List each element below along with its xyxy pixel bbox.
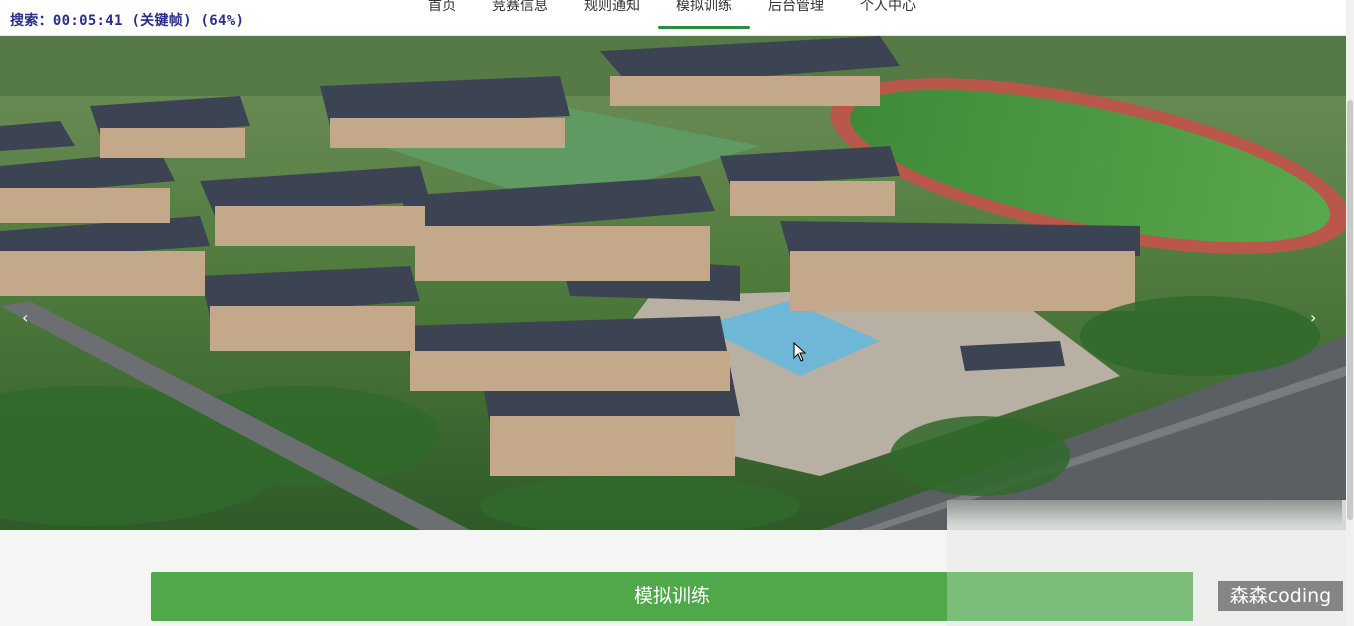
nav-item-label: 规则通知 bbox=[584, 0, 640, 14]
main-nav: 首页 竞赛信息 规则通知 模拟训练 后台管理 个人中心 bbox=[410, 0, 934, 32]
mouse-pointer-icon bbox=[793, 342, 807, 362]
carousel-next-button[interactable]: › bbox=[1310, 308, 1316, 327]
nav-item-label: 个人中心 bbox=[860, 0, 916, 14]
overlay-shadow bbox=[947, 500, 1342, 526]
page-scrollbar[interactable] bbox=[1346, 0, 1354, 626]
top-navigation-bar: 搜索：00:05:41 (关键帧) (64%) 首页 竞赛信息 规则通知 模拟训… bbox=[0, 0, 1354, 36]
carousel-prev-button[interactable]: ‹ bbox=[22, 308, 28, 327]
nav-item-home[interactable]: 首页 bbox=[410, 0, 474, 32]
nav-item-admin[interactable]: 后台管理 bbox=[750, 0, 842, 32]
nav-item-label: 竞赛信息 bbox=[492, 0, 548, 14]
nav-item-competition-info[interactable]: 竞赛信息 bbox=[474, 0, 566, 32]
nav-item-label: 后台管理 bbox=[768, 0, 824, 14]
nav-item-mock-training[interactable]: 模拟训练 bbox=[658, 0, 750, 32]
nav-item-label: 首页 bbox=[428, 0, 456, 14]
overlay-green-strip bbox=[947, 572, 1193, 621]
campus-aerial-image bbox=[0, 36, 1346, 530]
hero-carousel[interactable]: ‹ › bbox=[0, 36, 1346, 530]
watermark-label: 森森coding bbox=[1218, 581, 1343, 611]
active-nav-underline bbox=[658, 26, 750, 29]
nav-item-personal-center[interactable]: 个人中心 bbox=[842, 0, 934, 32]
search-status-overlay: 搜索：00:05:41 (关键帧) (64%) bbox=[10, 13, 245, 29]
scrollbar-thumb[interactable] bbox=[1347, 100, 1353, 520]
nav-item-label: 模拟训练 bbox=[676, 0, 732, 14]
nav-item-rules-notice[interactable]: 规则通知 bbox=[566, 0, 658, 32]
